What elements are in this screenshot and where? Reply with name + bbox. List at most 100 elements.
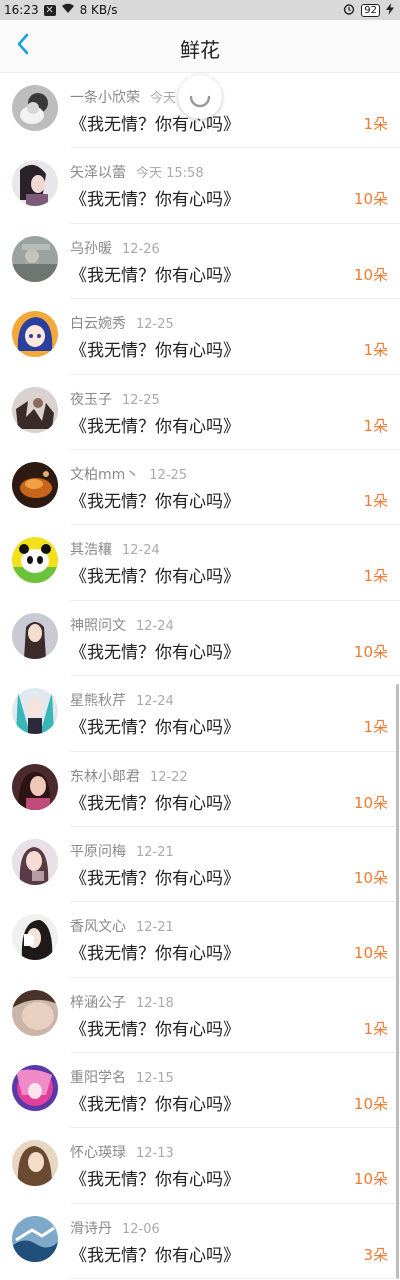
list-item[interactable]: 梓涵公子 12-18 《我无情？你有心吗》 1朵 — [0, 978, 400, 1054]
list-item[interactable]: 怀心瑛琭 12-13 《我无情？你有心吗》 10朵 — [0, 1128, 400, 1205]
work-title: 《我无情？你有心吗》 — [70, 1245, 240, 1266]
battery-indicator: 92 — [361, 3, 380, 17]
scrollbar[interactable] — [396, 684, 399, 1279]
send-time: 12-18 — [136, 995, 174, 1011]
send-time: 12-24 — [136, 618, 174, 634]
work-title: 《我无情？你有心吗》 — [70, 868, 240, 889]
avatar[interactable] — [12, 85, 58, 131]
sender-name: 星熊秋芹 12-24 — [70, 693, 174, 710]
work-title: 《我无情？你有心吗》 — [70, 1170, 240, 1191]
list-item[interactable]: 乌孙暖 12-26 《我无情？你有心吗》 10朵 — [0, 224, 400, 300]
sender-name: 香风文心 12-21 — [70, 919, 174, 936]
status-time: 16:23 — [4, 3, 39, 17]
work-title: 《我无情？你有心吗》 — [70, 642, 240, 663]
work-title: 《我无情？你有心吗》 — [70, 265, 240, 286]
loading-spinner — [178, 75, 222, 119]
list-item[interactable]: 其浩穰 12-24 《我无情？你有心吗》 1朵 — [0, 525, 400, 602]
send-time: 12-21 — [136, 844, 174, 860]
send-time: 今天 — [150, 91, 177, 106]
list-item[interactable]: 滑诗丹 12-06 《我无情？你有心吗》 3朵 — [0, 1204, 400, 1280]
flower-count: 1朵 — [363, 115, 388, 133]
avatar[interactable] — [12, 311, 58, 358]
list-item[interactable]: 文柏mm丶 12-25 《我无情？你有心吗》 1朵 — [0, 450, 400, 526]
sender-name: 白云婉秀 12-25 — [70, 316, 174, 333]
send-time: 12-25 — [149, 467, 188, 483]
flower-count: 1朵 — [363, 491, 388, 510]
flower-count: 10朵 — [353, 868, 388, 887]
send-time: 12-25 — [136, 317, 174, 333]
list-item[interactable]: 香风文心 12-21 《我无情？你有心吗》 10朵 — [0, 902, 400, 979]
flower-count: 10朵 — [353, 642, 388, 661]
work-title: 《我无情？你有心吗》 — [70, 567, 240, 588]
sender-name: 滑诗丹 12-06 — [70, 1220, 160, 1237]
alarm-icon — [343, 3, 355, 18]
avatar[interactable] — [12, 386, 58, 433]
work-title: 《我无情？你有心吗》 — [70, 491, 240, 512]
notification-icon: ✕ — [43, 4, 56, 16]
avatar[interactable] — [12, 160, 58, 207]
list-item[interactable]: 夜玉子 12-25 《我无情？你有心吗》 1朵 — [0, 375, 400, 451]
flower-count: 1朵 — [363, 341, 388, 360]
avatar[interactable] — [12, 838, 58, 885]
page-title: 鲜花 — [180, 38, 220, 62]
list-item[interactable]: 重阳学名 12-15 《我无情？你有心吗》 10朵 — [0, 1053, 400, 1129]
status-bar: 16:23 ✕ 8 KB/s 92 — [0, 0, 400, 20]
sender-name: 神照问文 12-24 — [70, 617, 174, 634]
send-time: 12-25 — [122, 392, 160, 408]
send-time: 12-21 — [136, 920, 174, 936]
avatar[interactable] — [12, 1065, 58, 1112]
work-title: 《我无情？你有心吗》 — [70, 115, 240, 135]
work-title: 《我无情？你有心吗》 — [70, 1095, 240, 1116]
avatar[interactable] — [12, 1140, 58, 1187]
list-item[interactable]: 白云婉秀 12-25 《我无情？你有心吗》 1朵 — [0, 299, 400, 375]
work-title: 《我无情？你有心吗》 — [70, 341, 240, 362]
flower-count: 1朵 — [363, 1019, 388, 1038]
avatar[interactable] — [12, 989, 58, 1036]
wifi-icon — [61, 3, 75, 17]
send-time: 12-24 — [136, 694, 174, 710]
work-title: 《我无情？你有心吗》 — [70, 416, 240, 437]
work-title: 《我无情？你有心吗》 — [70, 718, 240, 739]
flower-count: 1朵 — [363, 567, 388, 586]
flower-count: 10朵 — [353, 793, 388, 812]
network-speed: 8 KB/s — [79, 3, 118, 17]
send-time: 12-24 — [122, 543, 160, 559]
avatar[interactable] — [12, 688, 58, 735]
sender-name: 文柏mm丶 12-25 — [70, 466, 188, 483]
header-bar: 鲜花 — [0, 20, 400, 73]
list-item[interactable]: 平原问梅 12-21 《我无情？你有心吗》 10朵 — [0, 827, 400, 903]
flower-count: 10朵 — [353, 1095, 388, 1114]
sender-name: 怀心瑛琭 12-13 — [70, 1145, 174, 1162]
charging-icon — [386, 2, 394, 18]
list-item[interactable]: 矢泽以蕾 今天 15:58 《我无情？你有心吗》 10朵 — [0, 148, 400, 225]
sender-name: 其浩穰 12-24 — [70, 542, 160, 559]
flower-list[interactable]: 一条小欣荣 今天 《我无情？你有心吗》 1朵 矢泽以蕾 今天 15:58 《我无情？… — [0, 73, 400, 1280]
send-time: 12-15 — [136, 1071, 174, 1087]
flower-count: 10朵 — [353, 944, 388, 963]
sender-name: 乌孙暖 12-26 — [70, 240, 160, 257]
send-time: 12-06 — [122, 1221, 160, 1237]
avatar[interactable] — [12, 1215, 58, 1262]
work-title: 《我无情？你有心吗》 — [70, 190, 240, 211]
flower-count: 10朵 — [353, 265, 388, 284]
send-time: 12-26 — [122, 241, 160, 257]
sender-name: 矢泽以蕾 今天 15:58 — [70, 165, 204, 182]
list-item[interactable]: 神照问文 12-24 《我无情？你有心吗》 10朵 — [0, 601, 400, 677]
list-item[interactable]: 星熊秋芹 12-24 《我无情？你有心吗》 1朵 — [0, 676, 400, 752]
flower-count: 10朵 — [353, 1170, 388, 1189]
sender-name: 东林小郎君 12-22 — [70, 768, 188, 785]
avatar[interactable] — [12, 914, 58, 961]
avatar[interactable] — [12, 612, 58, 659]
sender-name: 平原问梅 12-21 — [70, 843, 174, 860]
avatar[interactable] — [12, 235, 58, 282]
sender-name: 梓涵公子 12-18 — [70, 994, 174, 1011]
flower-count: 3朵 — [363, 1245, 388, 1264]
avatar[interactable] — [12, 763, 58, 810]
avatar[interactable] — [12, 537, 58, 584]
avatar[interactable] — [12, 461, 58, 508]
sender-name: 一条小欣荣 今天 — [70, 90, 177, 106]
send-time: 12-13 — [136, 1146, 174, 1162]
list-item[interactable]: 东林小郎君 12-22 《我无情？你有心吗》 10朵 — [0, 752, 400, 828]
send-time: 今天 15:58 — [136, 166, 204, 182]
work-title: 《我无情？你有心吗》 — [70, 944, 240, 965]
